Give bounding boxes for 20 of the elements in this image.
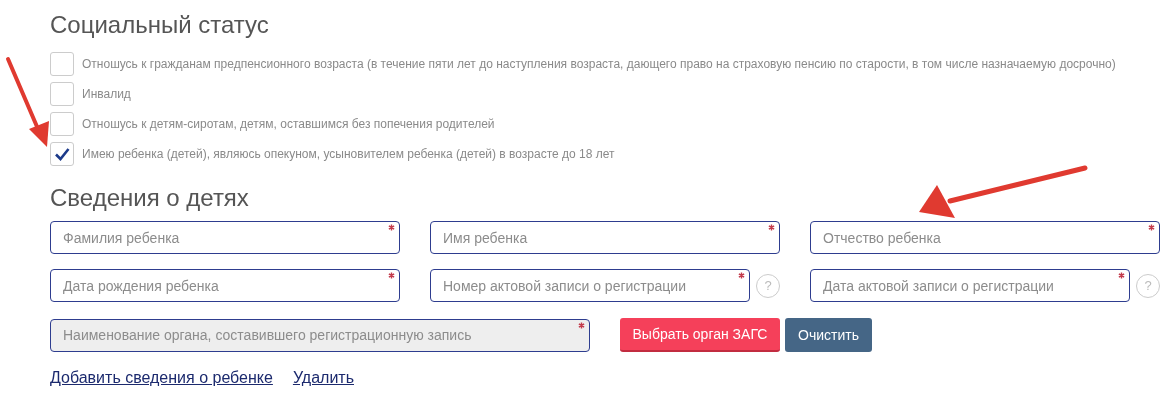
link[interactable]: Добавить сведения о ребенке xyxy=(50,369,273,387)
checkbox-label: Имею ребенка (детей), являюсь опекуном, усыновителем ребенка (детей) в возрасте до 18 лет xyxy=(82,147,615,161)
checkbox[interactable] xyxy=(50,52,74,76)
link[interactable]: Удалить xyxy=(292,369,354,387)
select-registry-button[interactable]: Выбрать орган ЗАГС xyxy=(620,318,780,352)
input-field[interactable]: Номер актовой записи о регистрации xyxy=(430,269,750,302)
checkbox-label: Отношусь к детям-сиротам, детям, оставшимся без попечения родителей xyxy=(82,117,495,131)
checkbox[interactable] xyxy=(50,142,74,166)
checkbox-label: Отношусь к гражданам предпенсионного возраста (в течение пяти лет до наступления возраста, дающего право на страховую пенсию по старости, в том числе назначаемую досрочно) xyxy=(82,57,1116,71)
input-field[interactable]: Дата актовой записи о регистрации xyxy=(810,269,1130,302)
section-title: Социальный статус xyxy=(50,10,269,40)
input-field[interactable]: Имя ребенка xyxy=(430,221,780,254)
checkbox[interactable] xyxy=(50,82,74,106)
clear-button[interactable]: Очистить xyxy=(785,318,872,352)
input-field[interactable]: Дата рождения ребенка xyxy=(50,269,400,302)
input-field[interactable]: Отчество ребенка xyxy=(810,221,1160,254)
checkbox[interactable] xyxy=(50,112,74,136)
checkbox-label: Инвалид xyxy=(82,87,131,101)
section-title: Сведения о детях xyxy=(50,183,249,213)
input-field[interactable]: Фамилия ребенка xyxy=(50,221,400,254)
